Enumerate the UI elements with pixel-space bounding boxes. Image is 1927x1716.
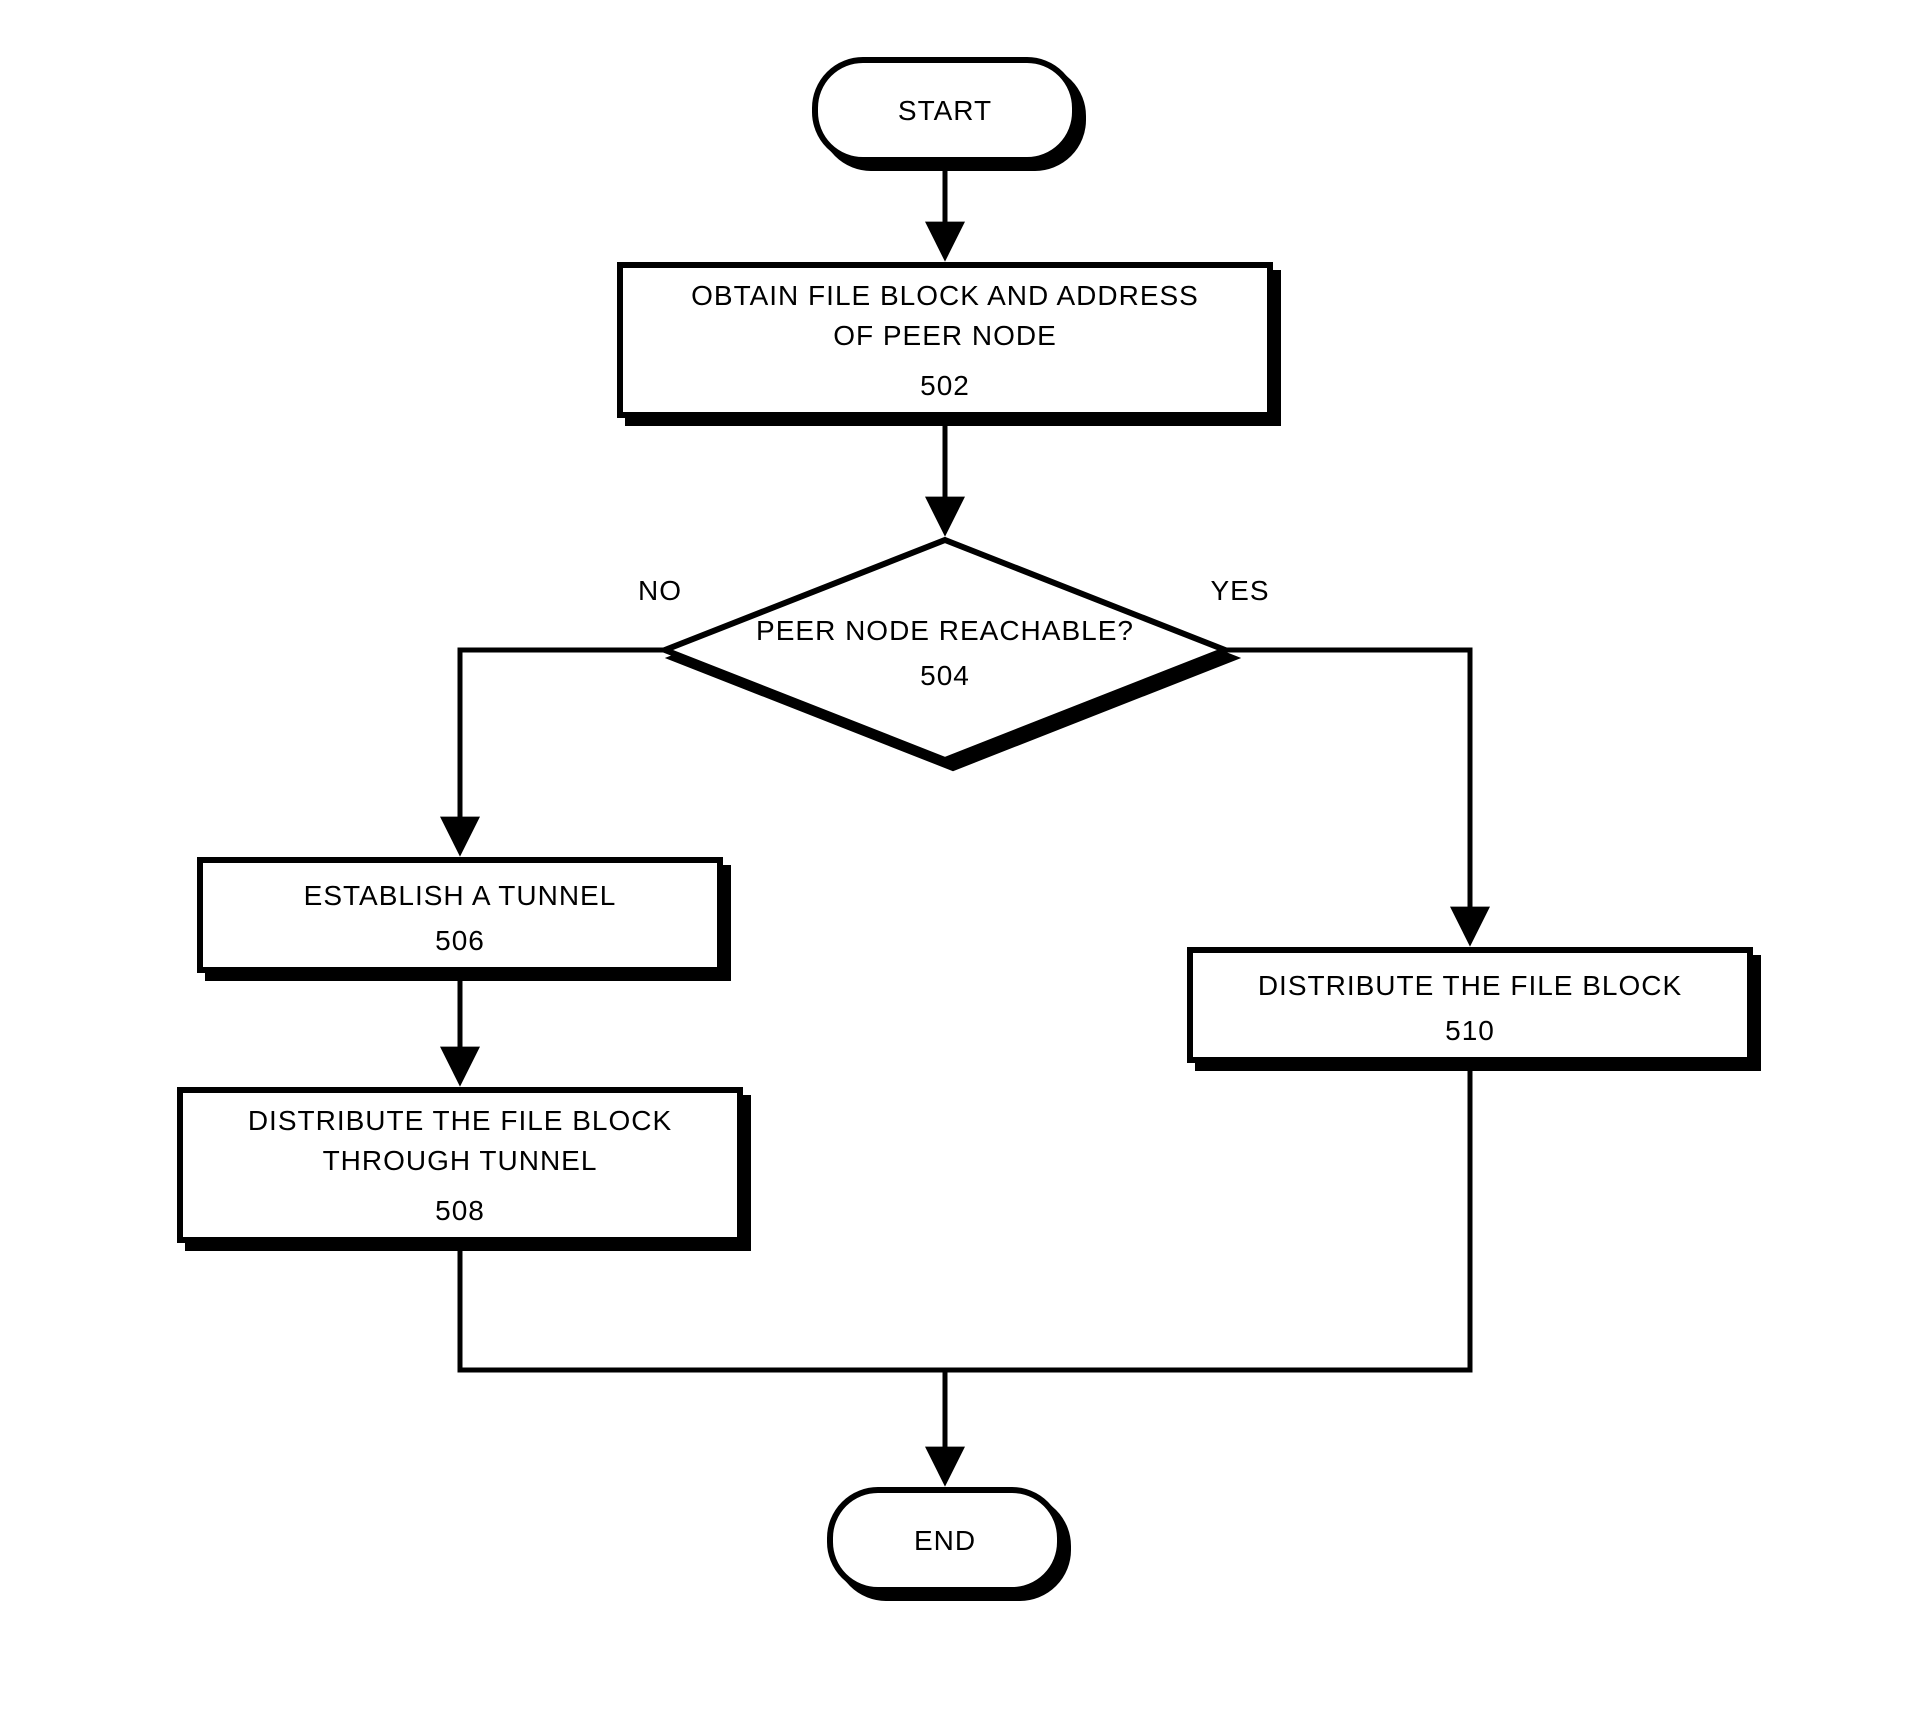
flowchart-svg: START OBTAIN FILE BLOCK AND ADDRESS OF P… <box>0 0 1927 1716</box>
merge-right <box>945 1068 1470 1370</box>
decision-504 <box>665 540 1225 760</box>
edge-no-label: NO <box>638 575 682 606</box>
merge-left <box>460 1248 945 1370</box>
start-label: START <box>898 95 992 126</box>
decision-504-line1: PEER NODE REACHABLE? <box>756 615 1134 646</box>
step-510-line1: DISTRIBUTE THE FILE BLOCK <box>1258 970 1682 1001</box>
step-502-ref: 502 <box>920 370 970 401</box>
step-508-line1: DISTRIBUTE THE FILE BLOCK <box>248 1105 672 1136</box>
arrow-504-506 <box>460 650 665 850</box>
step-508-ref: 508 <box>435 1195 485 1226</box>
edge-yes-label: YES <box>1210 575 1269 606</box>
decision-504-ref: 504 <box>920 660 970 691</box>
step-506-ref: 506 <box>435 925 485 956</box>
step-510-ref: 510 <box>1445 1015 1495 1046</box>
end-label: END <box>914 1525 976 1556</box>
arrow-504-510 <box>1225 650 1470 940</box>
step-502-line2: OF PEER NODE <box>833 320 1057 351</box>
step-506-line1: ESTABLISH A TUNNEL <box>304 880 617 911</box>
step-508-line2: THROUGH TUNNEL <box>323 1145 598 1176</box>
step-502-line1: OBTAIN FILE BLOCK AND ADDRESS <box>691 280 1199 311</box>
